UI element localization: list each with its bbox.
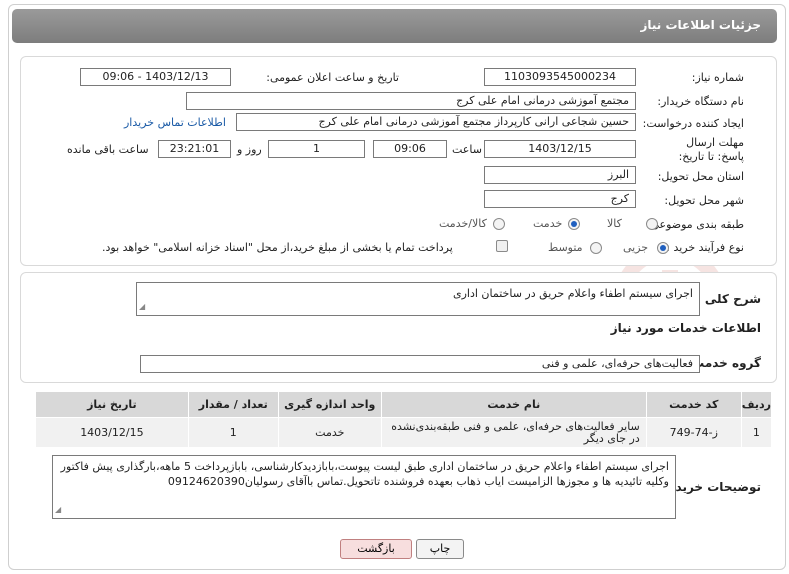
category-label: طبقه بندی موضوعی: <box>646 218 744 231</box>
col-unit-header: واحد اندازه گیری <box>277 391 382 418</box>
col-code-header: کد خدمت <box>645 391 742 418</box>
row-date: 1403/12/15 <box>35 417 189 448</box>
announce-datetime-field: 1403/12/13 - 09:06 <box>80 68 231 86</box>
page-header: جزئیات اطلاعات نیاز <box>12 9 777 43</box>
page-title: جزئیات اطلاعات نیاز <box>640 18 761 32</box>
print-button[interactable]: چاپ <box>416 539 464 559</box>
category-radio-goods-service[interactable] <box>493 218 505 230</box>
province-label: استان محل تحویل: <box>657 170 744 183</box>
remaining-days-field: 1 <box>268 140 365 158</box>
requester-label: ایجاد کننده درخواست: <box>642 117 744 130</box>
table-row: 1 ز-74-749 سایر فعالیت‌های حرفه‌ای، علمی… <box>35 417 773 448</box>
category-radio-goods[interactable] <box>646 218 658 230</box>
need-number-label: شماره نیاز: <box>691 71 744 84</box>
col-name-header: نام خدمت <box>380 391 647 418</box>
col-row-header: ردیف <box>740 391 773 418</box>
category-radio-service[interactable] <box>568 218 580 230</box>
remaining-time-label: ساعت باقی مانده <box>67 143 149 156</box>
deadline-label: مهلت ارسال پاسخ: تا تاریخ: <box>678 136 744 163</box>
process-label: نوع فرآیند خرید : <box>666 241 744 254</box>
col-date-header: تاریخ نیاز <box>35 391 189 418</box>
requester-field: حسین شجاعی ارانی کارپرداز مجتمع آموزشی د… <box>236 113 636 131</box>
announce-datetime-label: تاریخ و ساعت اعلان عمومی: <box>266 71 399 84</box>
deadline-time-field: 09:06 <box>373 140 447 158</box>
category-option-service: خدمت <box>533 217 563 230</box>
services-table: ردیف کد خدمت نام خدمت واحد اندازه گیری ت… <box>35 391 773 448</box>
row-name: سایر فعالیت‌های حرفه‌ای، علمی و فنی طبقه… <box>380 417 647 448</box>
buyer-notes-text: اجرای سیستم اطفاء واعلام حریق در ساختمان… <box>60 460 669 488</box>
resize-grip-icon[interactable]: ◢ <box>55 502 61 517</box>
buyer-org-field: مجتمع آموزشی درمانی امام علی کرج <box>186 92 636 110</box>
service-group-field: فعالیت‌های حرفه‌ای، علمی و فنی <box>140 355 700 373</box>
buyer-notes-textarea[interactable]: اجرای سیستم اطفاء واعلام حریق در ساختمان… <box>52 455 676 519</box>
deadline-time-label: ساعت <box>452 143 482 156</box>
row-code: ز-74-749 <box>645 417 742 448</box>
back-button[interactable]: بازگشت <box>340 539 412 559</box>
process-radio-minor[interactable] <box>657 242 669 254</box>
need-number-field: 1103093545000234 <box>484 68 636 86</box>
row-index: 1 <box>740 417 773 448</box>
treasury-note: پرداخت تمام یا بخشی از مبلغ خرید،از محل … <box>102 241 453 254</box>
row-unit: خدمت <box>277 417 382 448</box>
days-label: روز و <box>237 143 262 156</box>
need-info-panel <box>20 56 777 266</box>
services-section-title: اطلاعات خدمات مورد نیاز <box>610 321 761 335</box>
buyer-org-label: نام دستگاه خریدار: <box>657 95 744 108</box>
province-field: البرز <box>484 166 636 184</box>
table-header-row: ردیف کد خدمت نام خدمت واحد اندازه گیری ت… <box>35 391 773 418</box>
city-label: شهر محل تحویل: <box>664 194 744 207</box>
process-radio-medium[interactable] <box>590 242 602 254</box>
col-qty-header: تعداد / مقدار <box>187 391 279 418</box>
process-option-minor: جزیی <box>623 241 649 254</box>
summary-textarea[interactable]: اجرای سیستم اطفاء واعلام حریق در ساختمان… <box>136 282 700 316</box>
process-option-medium: متوسط <box>548 241 583 254</box>
remaining-time-field: 23:21:01 <box>158 140 231 158</box>
summary-text: اجرای سیستم اطفاء واعلام حریق در ساختمان… <box>453 287 693 300</box>
category-option-goods: کالا <box>607 217 622 230</box>
treasury-checkbox[interactable] <box>496 240 508 252</box>
buyer-contact-link[interactable]: اطلاعات تماس خریدار <box>124 116 226 129</box>
city-field: کرج <box>484 190 636 208</box>
category-option-goods-service: کالا/خدمت <box>439 217 487 230</box>
row-qty: 1 <box>187 417 279 448</box>
resize-grip-icon[interactable]: ◢ <box>139 299 145 314</box>
deadline-date-field: 1403/12/15 <box>484 140 636 158</box>
